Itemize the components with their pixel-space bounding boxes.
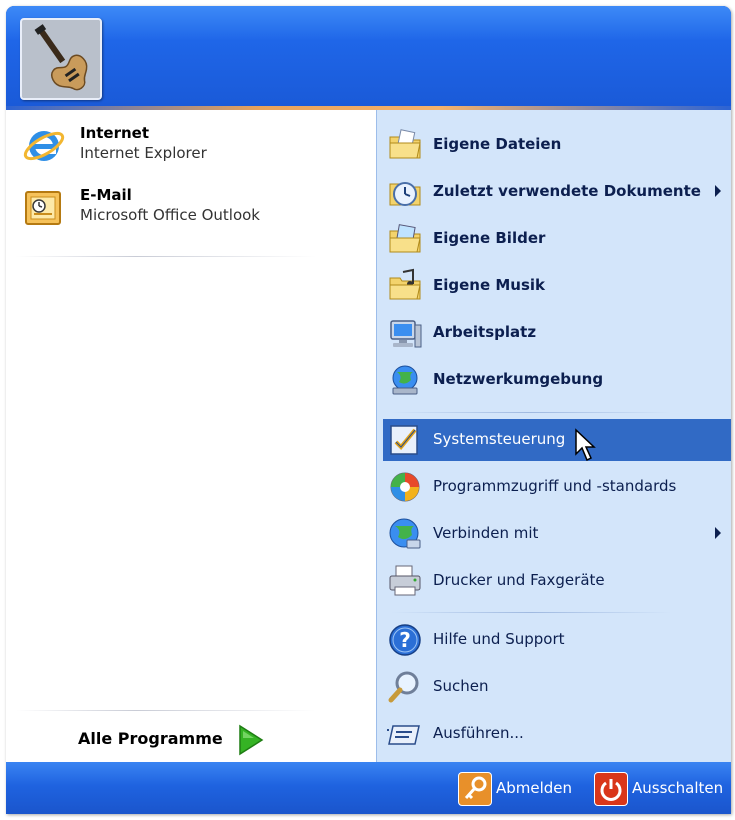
control-panel-icon: [387, 422, 423, 458]
pinned-item-subtitle: Internet Explorer: [80, 144, 207, 162]
all-programs-label: Alle Programme: [78, 729, 223, 748]
my-music-icon: [387, 268, 423, 304]
shutdown-button[interactable]: Ausschalten: [594, 772, 730, 806]
green-arrow-icon: [236, 724, 266, 756]
separator: [391, 612, 671, 613]
place-my-documents[interactable]: Eigene Dateien: [383, 124, 731, 166]
search[interactable]: Suchen: [383, 666, 731, 708]
place-label: Zuletzt verwendete Dokumente: [433, 182, 701, 200]
internet-explorer-icon: [22, 124, 70, 172]
pinned-item-title: E-Mail: [80, 186, 132, 204]
help-and-support[interactable]: ? Hilfe und Support: [383, 619, 731, 661]
power-icon: [594, 772, 628, 806]
logoff-button[interactable]: Abmelden: [458, 772, 578, 806]
pinned-item-subtitle: Microsoft Office Outlook: [80, 206, 260, 224]
place-label: Netzwerkumgebung: [433, 370, 604, 388]
separator: [391, 412, 671, 413]
place-label: Eigene Dateien: [433, 135, 562, 153]
network-places-icon: [387, 362, 423, 398]
outlook-icon: [22, 186, 70, 234]
run[interactable]: Ausführen...: [383, 713, 731, 755]
run-icon: [387, 716, 423, 752]
place-label: Eigene Bilder: [433, 229, 546, 247]
help-icon: ?: [387, 622, 423, 658]
all-programs-button[interactable]: Alle Programme: [78, 724, 298, 756]
settings-label: Systemsteuerung: [433, 430, 566, 448]
place-recent-documents[interactable]: Zuletzt verwendete Dokumente: [383, 171, 731, 213]
connect-to-icon: [387, 516, 423, 552]
settings-connect-to[interactable]: Verbinden mit: [383, 513, 731, 555]
my-documents-icon: [387, 127, 423, 163]
user-avatar[interactable]: [20, 18, 102, 100]
settings-program-access[interactable]: Programmzugriff und -standards: [383, 466, 731, 508]
separator: [16, 256, 316, 257]
my-pictures-icon: [387, 221, 423, 257]
submenu-arrow-icon: [715, 185, 721, 197]
place-my-music[interactable]: Eigene Musik: [383, 265, 731, 307]
settings-printers[interactable]: Drucker und Faxgeräte: [383, 560, 731, 602]
place-label: Arbeitsplatz: [433, 323, 537, 341]
recent-documents-icon: [387, 174, 423, 210]
shutdown-label: Ausschalten: [632, 779, 724, 797]
place-my-pictures[interactable]: Eigene Bilder: [383, 218, 731, 260]
settings-label: Verbinden mit: [433, 524, 539, 542]
search-icon: [387, 669, 423, 705]
logoff-label: Abmelden: [496, 779, 573, 797]
pinned-item-email[interactable]: E-Mail Microsoft Office Outlook: [18, 182, 358, 238]
program-access-icon: [387, 469, 423, 505]
pinned-item-title: Internet: [80, 124, 150, 142]
key-icon: [458, 772, 492, 806]
help-label: Ausführen...: [433, 724, 524, 742]
separator: [16, 710, 316, 711]
place-my-computer[interactable]: Arbeitsplatz: [383, 312, 731, 354]
svg-text:?: ?: [399, 628, 411, 652]
start-menu-footer: Abmelden Ausschalten: [6, 762, 731, 814]
my-computer-icon: [387, 315, 423, 351]
pinned-programs-pane: Internet Internet Explorer E-Mail Micros…: [6, 110, 376, 762]
start-menu-header: [6, 6, 731, 106]
help-label: Suchen: [433, 677, 489, 695]
place-label: Eigene Musik: [433, 276, 546, 294]
places-pane: Eigene Dateien Zuletzt verwendete Dokume…: [376, 110, 731, 762]
guitar-picture-icon: [22, 20, 100, 98]
settings-label: Programmzugriff und -standards: [433, 477, 677, 495]
help-label: Hilfe und Support: [433, 630, 565, 648]
start-menu: Internet Internet Explorer E-Mail Micros…: [6, 6, 731, 814]
printers-icon: [387, 563, 423, 599]
settings-control-panel[interactable]: Systemsteuerung: [383, 419, 731, 461]
submenu-arrow-icon: [715, 527, 721, 539]
place-network[interactable]: Netzwerkumgebung: [383, 359, 731, 401]
settings-label: Drucker und Faxgeräte: [433, 571, 605, 589]
pinned-item-internet[interactable]: Internet Internet Explorer: [18, 120, 358, 176]
